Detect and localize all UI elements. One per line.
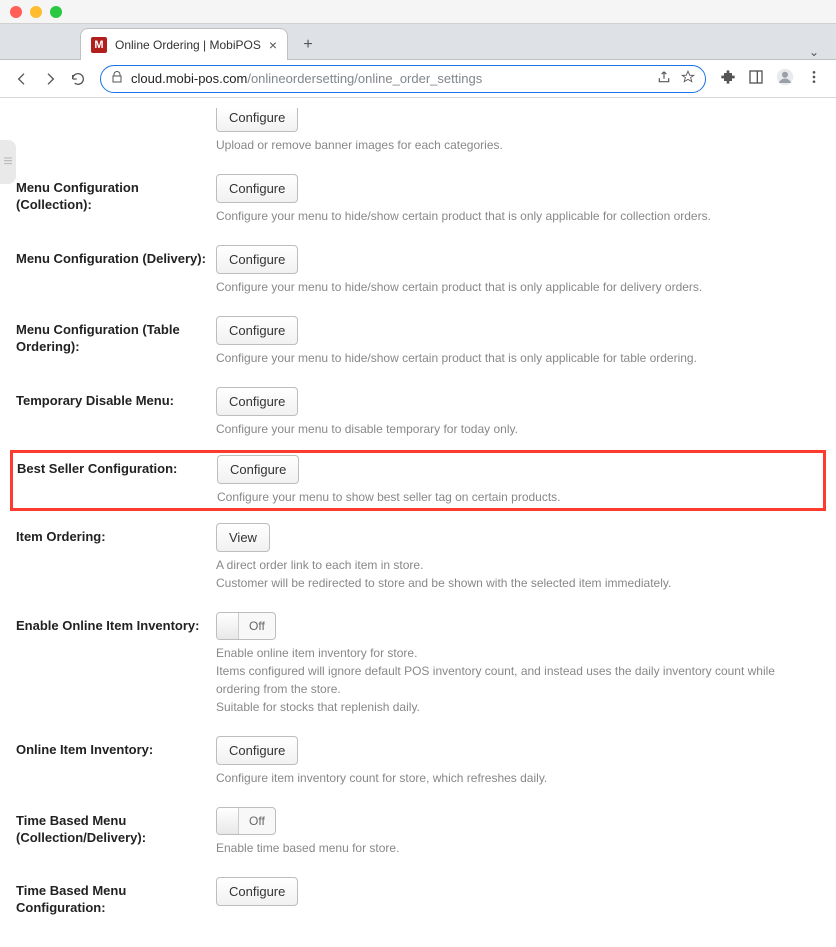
help-text: Upload or remove banner images for each …	[216, 136, 820, 154]
setting-label: Item Ordering:	[16, 523, 216, 546]
setting-row: Enable Online Item Inventory: Off Enable o…	[16, 602, 820, 726]
help-text: Enable time based menu for store.	[216, 839, 820, 857]
extensions-icon[interactable]	[720, 69, 736, 88]
setting-label: Online Item Inventory:	[16, 736, 216, 759]
help-text: Configure your menu to hide/show certain…	[216, 278, 820, 296]
kebab-menu-icon[interactable]	[806, 69, 822, 88]
toggle-state-label: Off	[239, 619, 275, 633]
url-path: /onlineordersetting/online_order_setting…	[247, 71, 482, 86]
tab-list-dropdown[interactable]: ⌄	[800, 45, 828, 59]
setting-body: Configure Configure your menu to hide/sho…	[216, 245, 820, 296]
forward-button[interactable]	[36, 65, 64, 93]
toggle-switch[interactable]: Off	[216, 612, 276, 640]
arrow-right-icon	[42, 71, 58, 87]
configure-button[interactable]: Configure	[216, 174, 298, 203]
reload-icon	[70, 71, 86, 87]
tab-favicon: M	[91, 37, 107, 53]
setting-row: Menu Configuration (Delivery):ConfigureC…	[16, 235, 820, 306]
tab-strip: M Online Ordering | MobiPOS × + ⌄	[0, 24, 836, 60]
setting-label: Time Based Menu (Collection/Delivery):	[16, 807, 216, 847]
setting-body: Configure	[216, 877, 820, 910]
setting-body: Off Enable online item inventory for stor…	[216, 612, 820, 716]
help-text: Configure your menu to disable temporary…	[216, 420, 820, 438]
panel-icon[interactable]	[748, 69, 764, 88]
setting-body: Configure Configure item inventory count …	[216, 736, 820, 787]
setting-label: Time Based Menu Configuration:	[16, 877, 216, 917]
arrow-left-icon	[14, 71, 30, 87]
help-text: Enable online item inventory for store.I…	[216, 644, 820, 716]
back-button[interactable]	[8, 65, 36, 93]
configure-button[interactable]: Configure	[216, 316, 298, 345]
setting-body: Configure Configure your menu to disable …	[216, 387, 820, 438]
setting-label: Enable Online Item Inventory:	[16, 612, 216, 635]
browser-toolbar: cloud.mobi-pos.com/onlineordersetting/on…	[0, 60, 836, 98]
side-drawer-handle[interactable]: ≡	[0, 140, 16, 184]
window-close-button[interactable]	[10, 6, 22, 18]
help-text: Configure your menu to hide/show certain…	[216, 349, 820, 367]
setting-row: Time Based Menu Configuration:Configure	[16, 867, 820, 927]
address-bar[interactable]: cloud.mobi-pos.com/onlineordersetting/on…	[100, 65, 706, 93]
browser-tab[interactable]: M Online Ordering | MobiPOS ×	[80, 28, 288, 60]
setting-body: Configure Configure your menu to hide/sho…	[216, 174, 820, 225]
tab-close-button[interactable]: ×	[269, 37, 277, 53]
setting-label: Menu Configuration (Delivery):	[16, 245, 216, 268]
help-text: A direct order link to each item in stor…	[216, 556, 820, 592]
help-text: Configure your menu to hide/show certain…	[216, 207, 820, 225]
configure-button[interactable]: Configure	[216, 387, 298, 416]
setting-row: Time Based Menu (Collection/Delivery):Of…	[16, 797, 820, 867]
setting-label: Menu Configuration (Table Ordering):	[16, 316, 216, 356]
profile-avatar[interactable]	[776, 68, 794, 89]
setting-label: Temporary Disable Menu:	[16, 387, 216, 410]
setting-row: Temporary Disable Menu:ConfigureConfigur…	[16, 377, 820, 448]
setting-body: Configure Configure your menu to show bes…	[217, 455, 819, 506]
window-titlebar	[0, 0, 836, 24]
reload-button[interactable]	[64, 65, 92, 93]
configure-button[interactable]: Configure	[216, 877, 298, 906]
setting-row: Item Ordering:View A direct order link to…	[16, 513, 820, 602]
new-tab-button[interactable]: +	[294, 31, 322, 59]
view-button[interactable]: View	[216, 523, 270, 552]
setting-row-banner-images: Configure Upload or remove banner images…	[16, 98, 820, 164]
toggle-switch[interactable]: Off	[216, 807, 276, 835]
configure-button[interactable]: Configure	[217, 455, 299, 484]
configure-button[interactable]: Configure	[216, 245, 298, 274]
url-host: cloud.mobi-pos.com	[131, 71, 247, 86]
help-text: Configure item inventory count for store…	[216, 769, 820, 787]
toggle-state-label: Off	[239, 814, 275, 828]
setting-row: Online Item Inventory:ConfigureConfigure…	[16, 726, 820, 797]
share-icon[interactable]	[657, 70, 671, 87]
window-zoom-button[interactable]	[50, 6, 62, 18]
settings-content: Configure Upload or remove banner images…	[0, 98, 836, 947]
configure-button[interactable]: Configure	[216, 736, 298, 765]
toggle-knob	[217, 613, 239, 639]
setting-body: Off Enable time based menu for store.	[216, 807, 820, 857]
configure-button[interactable]: Configure	[216, 108, 298, 132]
window-minimize-button[interactable]	[30, 6, 42, 18]
setting-row: Menu Configuration (Table Ordering):Conf…	[16, 306, 820, 377]
setting-row: Menu Configuration (Collection):Configur…	[16, 164, 820, 235]
setting-row: Best Seller Configuration:ConfigureConfi…	[10, 450, 826, 511]
setting-body: View A direct order link to each item in …	[216, 523, 820, 592]
lock-icon	[111, 71, 123, 86]
bookmark-star-icon[interactable]	[681, 70, 695, 87]
setting-label: Menu Configuration (Collection):	[16, 174, 216, 214]
tab-title: Online Ordering | MobiPOS	[115, 38, 261, 52]
setting-body: Configure Configure your menu to hide/sho…	[216, 316, 820, 367]
setting-label: Best Seller Configuration:	[17, 455, 217, 478]
toggle-knob	[217, 808, 239, 834]
help-text: Configure your menu to show best seller …	[217, 488, 819, 506]
